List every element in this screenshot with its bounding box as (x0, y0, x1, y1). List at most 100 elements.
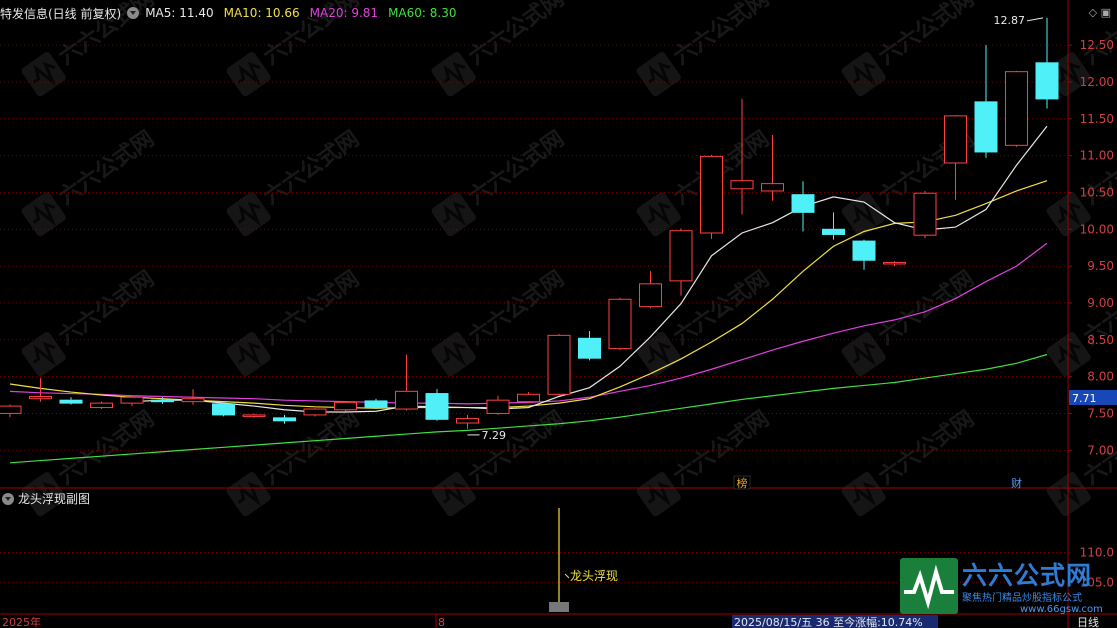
y-tick-label: 8.00 (1087, 370, 1114, 384)
candle (974, 45, 998, 158)
candle (1005, 70, 1028, 147)
y-tick-label: 9.00 (1087, 296, 1114, 310)
y-tick-label: 8.50 (1087, 333, 1114, 347)
menu-circle-icon[interactable] (127, 7, 140, 19)
candle (700, 154, 723, 239)
y-tick-label: 10.50 (1080, 185, 1114, 199)
y-tick-label: 7.00 (1087, 443, 1114, 457)
sub-panel-header: 龙头浮现副图 (0, 490, 90, 507)
y-tick-label: 7.50 (1087, 406, 1114, 420)
candle-body (212, 403, 235, 416)
candle (822, 212, 845, 240)
watermark-mark: 六六公式网 (636, 266, 774, 377)
watermark-mark: 六六公式网 (841, 0, 979, 97)
candle-body (334, 401, 357, 411)
watermark-text: 六六公式网 (464, 406, 568, 490)
candle-body (761, 183, 784, 192)
watermark-mark: 六六公式网 (636, 0, 774, 97)
watermark-mark: 六六公式网 (21, 126, 159, 237)
candle-body (90, 402, 113, 409)
candle-body (700, 155, 723, 234)
candle-body (852, 240, 876, 261)
candle-body (120, 396, 144, 404)
ma60-label: MA60: 8.30 (388, 6, 457, 20)
candle (883, 260, 906, 267)
candle (242, 413, 266, 418)
watermark-mark: 六六公式网 (636, 406, 774, 517)
candle (608, 297, 632, 351)
candle (456, 414, 479, 429)
ma5-label: MA5: 11.40 (145, 6, 214, 20)
period-label: 日线 (1077, 615, 1099, 628)
candle-body (822, 228, 845, 235)
stock-title: 特发信息(日线 前复权) (0, 6, 122, 21)
candle (212, 403, 235, 417)
candle (486, 395, 510, 415)
logo-url: www.66gsw.com (1020, 604, 1103, 615)
logo-mark-icon (900, 558, 958, 614)
candle (303, 408, 327, 417)
candle (425, 389, 449, 421)
candle-body (0, 405, 22, 414)
last-price-label: 7.71 (1072, 392, 1097, 405)
watermark-text: 六六公式网 (874, 406, 978, 490)
kline-chart: 六六公式网 六六公式网 六六公式网 六六公式网 六六公式网 六六公式网六六公式网 六六公式网… (0, 0, 1117, 628)
watermark-text: 六六公式网 (669, 0, 773, 70)
signal-arrow (564, 573, 570, 579)
watermark-mark: 六六公式网 (226, 266, 364, 377)
watermark-mark: 六六公式网 (1046, 406, 1117, 517)
candle-body (242, 414, 266, 417)
watermark-text: 六六公式网 (54, 126, 158, 210)
candle-body (486, 399, 510, 414)
y-tick-label: 12.00 (1080, 75, 1114, 89)
watermark-mark: 六六公式网 (431, 406, 569, 517)
watermark-text: 六六公式网 (874, 266, 978, 350)
candle (578, 330, 601, 361)
y-tick-label: 12.50 (1080, 38, 1114, 52)
month-label: 8 (438, 616, 445, 628)
candle-body (151, 399, 174, 403)
candle-body (730, 180, 754, 190)
candle (547, 333, 571, 396)
watermark-text: 六六公式网 (464, 126, 568, 210)
watermark-mark: 六六公式网 (841, 266, 979, 377)
high-arrow (1026, 17, 1044, 22)
watermark-mark: 六六公式网 (226, 126, 364, 237)
candle-body (29, 395, 52, 400)
watermark-mark: 六六公式网 (431, 126, 569, 237)
year-label: 2025年 (2, 615, 41, 628)
watermark-text: 六六公式网 (259, 266, 363, 350)
candle-body (578, 337, 601, 359)
watermark-layer: 六六公式网 六六公式网 六六公式网 六六公式网 六六公式网 六六公式网六六公式网 六六公式网… (21, 0, 1117, 517)
signal-label: 龙头浮现 (570, 569, 618, 583)
diamond-icon[interactable]: ◇ (1089, 6, 1097, 19)
candle (0, 404, 22, 418)
window-controls: ◇ ▣ (1089, 6, 1111, 19)
panel-toggle-icon[interactable]: ▣ (1101, 6, 1111, 19)
watermark-text: 六六公式网 (54, 406, 158, 490)
candle-body (425, 393, 449, 420)
candle-body (517, 393, 540, 403)
logo-title: 六六公式网 (962, 561, 1093, 590)
site-logo: 六六公式网 聚焦热门精品炒股指标公式 www.66gsw.com (900, 556, 1117, 616)
sub-menu-circle-icon[interactable] (2, 492, 14, 505)
ma10-label: MA10: 10.66 (223, 6, 300, 20)
signal-bar (549, 602, 569, 612)
status-text: 2025/08/15/五 36 至今涨幅:10.74% (734, 615, 923, 628)
watermark-text: 六六公式网 (464, 0, 568, 70)
y-tick-label: 10.00 (1080, 222, 1114, 236)
bang-marker: 榜 (737, 476, 748, 490)
candle (913, 190, 937, 239)
candle-body (639, 283, 662, 308)
candle (944, 115, 967, 200)
candle (791, 181, 815, 232)
candle-body (395, 390, 418, 410)
candle-body (913, 192, 937, 236)
candle-body (608, 298, 632, 350)
candle-body (364, 400, 388, 409)
candle (59, 397, 83, 405)
watermark-text: 六六公式网 (669, 406, 773, 490)
watermark-mark: 六六公式网 (21, 266, 159, 377)
candle-body (1005, 71, 1028, 146)
candle (1035, 17, 1059, 109)
